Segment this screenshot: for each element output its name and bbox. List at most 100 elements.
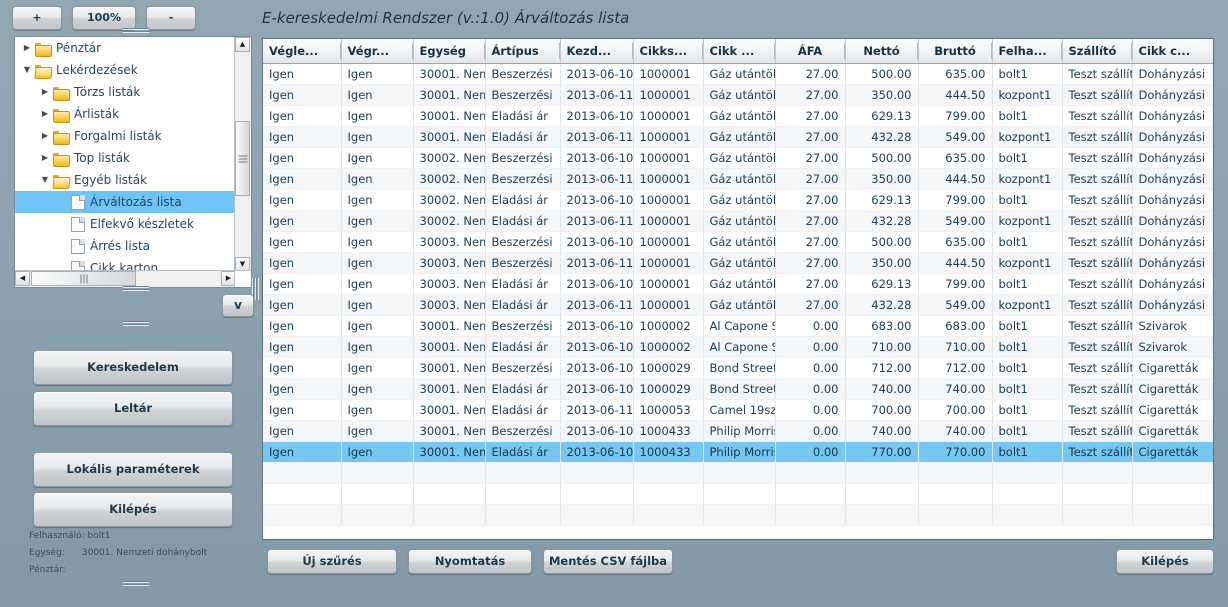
table-cell: Teszt szállít xyxy=(1062,252,1133,274)
column-header-0[interactable]: Végle... xyxy=(263,39,342,64)
table-cell: 444.50 xyxy=(918,168,993,190)
table-row[interactable]: Igen Igen 30002. Nem Eladási ár 2013-06-11 10… xyxy=(263,210,1213,232)
column-header-2[interactable]: Egység xyxy=(413,39,486,64)
menu-button-leltar[interactable]: Leltár xyxy=(33,391,233,426)
chevron-right-icon[interactable]: ▶ xyxy=(37,81,53,103)
tree-item-rr-s-lista[interactable]: Árrés lista xyxy=(15,235,236,257)
tree-item-top-list-k[interactable]: ▶ Top listák xyxy=(15,147,236,169)
column-header-7[interactable]: ÁFA xyxy=(775,39,846,64)
table-row[interactable]: Igen Igen 30001. Nem Beszerzési 2013-06-10 10… xyxy=(263,357,1213,379)
table-row[interactable]: Igen Igen 30003. Nem Beszerzési 2013-06-11 10… xyxy=(263,252,1213,274)
file-icon xyxy=(71,194,85,210)
panel-resize-grip-h1[interactable] xyxy=(123,285,149,294)
table-row[interactable]: Igen Igen 30003. Nem Eladási ár 2013-06-11 10… xyxy=(263,294,1213,316)
column-header-4[interactable]: Kezd... xyxy=(560,39,634,64)
scroll-left-icon[interactable]: ◀ xyxy=(15,271,30,286)
zoom-out-button[interactable]: - xyxy=(146,6,196,30)
table-cell: 500.00 xyxy=(845,147,919,169)
table-row[interactable]: Igen Igen 30002. Nem Eladási ár 2013-06-10 10… xyxy=(263,189,1213,211)
table-row[interactable]: Igen Igen 30003. Nem Beszerzési 2013-06-10 10… xyxy=(263,231,1213,253)
menu-button-kereskedelem[interactable]: Kereskedelem xyxy=(33,350,233,385)
column-header-10[interactable]: Felha... xyxy=(992,39,1063,64)
table-row[interactable]: Igen Igen 30002. Nem Beszerzési 2013-06-11 10… xyxy=(263,168,1213,190)
column-header-1[interactable]: Végr... xyxy=(341,39,414,64)
column-header-8[interactable]: Nettó xyxy=(845,39,919,64)
table-cell: Igen xyxy=(263,378,342,400)
tree-hscroll-thumb[interactable] xyxy=(31,271,136,286)
table-row[interactable]: Igen Igen 30001. Nem Beszerzési 2013-06-10 10… xyxy=(263,315,1213,337)
table-cell: 30001. Nem xyxy=(413,420,486,442)
table-row[interactable]: Igen Igen 30002. Nem Beszerzési 2013-06-10 10… xyxy=(263,147,1213,169)
column-header-9[interactable]: Bruttó xyxy=(918,39,993,64)
chevron-right-icon[interactable]: ▶ xyxy=(19,37,35,59)
save-csv-button[interactable]: Mentés CSV fájlba xyxy=(543,549,673,574)
tree-item-rv-ltoz-s-lista[interactable]: Árváltozás lista xyxy=(15,191,236,213)
table-cell: 30002. Nem xyxy=(413,147,486,169)
chevron-down-icon[interactable]: ▼ xyxy=(19,59,35,81)
folder-icon xyxy=(53,130,70,145)
table-cell: 629.13 xyxy=(845,189,919,211)
resize-grip-top[interactable] xyxy=(123,27,149,36)
table-cell: 740.00 xyxy=(845,420,919,442)
table-row[interactable]: Igen Igen 30001. Nem Eladási ár 2013-06-11 10… xyxy=(263,126,1213,148)
chevron-down-icon[interactable]: ▼ xyxy=(37,169,53,191)
table-cell: Igen xyxy=(263,84,342,106)
chevron-right-icon[interactable]: ▶ xyxy=(37,125,53,147)
table-cell: bolt1 xyxy=(992,105,1063,127)
table-row[interactable]: Igen Igen 30001. Nem Beszerzési 2013-06-11 10… xyxy=(263,84,1213,106)
column-header-12[interactable]: Cikk c... xyxy=(1132,39,1213,64)
table-row[interactable]: Igen Igen 30001. Nem Beszerzési 2013-06-10 10… xyxy=(263,63,1213,85)
zoom-in-button[interactable]: + xyxy=(12,6,62,30)
tree-vscroll-thumb[interactable] xyxy=(235,121,250,196)
table-cell: 740.00 xyxy=(918,378,993,400)
tree-item-t-rzs-list-k[interactable]: ▶ Törzs listák xyxy=(15,81,236,103)
column-header-3[interactable]: Ártípus xyxy=(485,39,561,64)
chevron-right-icon[interactable]: ▶ xyxy=(37,103,53,125)
scroll-up-icon[interactable]: ▲ xyxy=(235,37,250,52)
table-cell: 2013-06-10 xyxy=(560,231,634,253)
table-row[interactable]: Igen Igen 30001. Nem Eladási ár 2013-06-10 10… xyxy=(263,105,1213,127)
table-row[interactable]: Igen Igen 30001. Nem Eladási ár 2013-06-10 10… xyxy=(263,441,1213,463)
table-cell: 1000053 xyxy=(633,399,704,421)
panel-resize-grip-h2[interactable] xyxy=(123,320,149,329)
tree-item-label: Elfekvő készletek xyxy=(90,217,194,231)
tree-vertical-scrollbar[interactable]: ▲ ▼ xyxy=(234,37,251,272)
table-row[interactable]: Igen Igen 30001. Nem Eladási ár 2013-06-10 10… xyxy=(263,378,1213,400)
table-row-empty xyxy=(263,483,1213,505)
print-button[interactable]: Nyomtatás xyxy=(408,549,532,574)
collapse-tree-button[interactable]: v xyxy=(222,294,254,317)
table-cell: 30001. Nem xyxy=(413,441,486,463)
table-cell: 27.00 xyxy=(775,147,846,169)
tree-item-rlist-k[interactable]: ▶ Árlisták xyxy=(15,103,236,125)
tree-item-label: Pénztár xyxy=(56,41,102,55)
column-header-11[interactable]: Szállító xyxy=(1062,39,1133,64)
menu-button-exit[interactable]: Kilépés xyxy=(33,492,233,527)
table-cell: Dohányzási xyxy=(1132,294,1213,316)
table-row[interactable]: Igen Igen 30001. Nem Beszerzési 2013-06-10 10… xyxy=(263,420,1213,442)
menu-button-load-local-params[interactable]: Lokális paraméterek betöltése xyxy=(33,452,233,509)
exit-button[interactable]: Kilépés xyxy=(1116,549,1214,574)
table-cell-empty xyxy=(341,483,414,505)
table-row[interactable]: Igen Igen 30003. Nem Eladási ár 2013-06-10 10… xyxy=(263,273,1213,295)
table-cell-empty xyxy=(1062,462,1133,484)
tree-item-lek-rdez-sek[interactable]: ▼ Lekérdezések xyxy=(15,59,236,81)
tree-item-label: Forgalmi listák xyxy=(74,129,162,143)
tree-item-forgalmi-list-k[interactable]: ▶ Forgalmi listák xyxy=(15,125,236,147)
table-row[interactable]: Igen Igen 30001. Nem Eladási ár 2013-06-11 10… xyxy=(263,399,1213,421)
table-row[interactable]: Igen Igen 30001. Nem Eladási ár 2013-06-10 10… xyxy=(263,336,1213,358)
column-header-5[interactable]: Cikks... xyxy=(633,39,704,64)
chevron-right-icon[interactable]: ▶ xyxy=(37,147,53,169)
table-cell: 500.00 xyxy=(845,231,919,253)
tree-item-p-nzt-r[interactable]: ▶ Pénztár xyxy=(15,37,236,59)
table-cell: 740.00 xyxy=(845,378,919,400)
column-header-6[interactable]: Cikk ... xyxy=(703,39,776,64)
tree-item-egy-b-list-k[interactable]: ▼ Egyéb listák xyxy=(15,169,236,191)
table-cell-empty xyxy=(485,483,561,505)
table-cell-empty xyxy=(413,504,486,526)
table-cell: 444.50 xyxy=(918,84,993,106)
panel-resize-grip-bottom[interactable] xyxy=(123,580,149,589)
table-cell: 1000001 xyxy=(633,84,704,106)
new-filter-button[interactable]: Új szűrés xyxy=(267,549,397,574)
tree-item-elfekv-k-szletek[interactable]: Elfekvő készletek xyxy=(15,213,236,235)
